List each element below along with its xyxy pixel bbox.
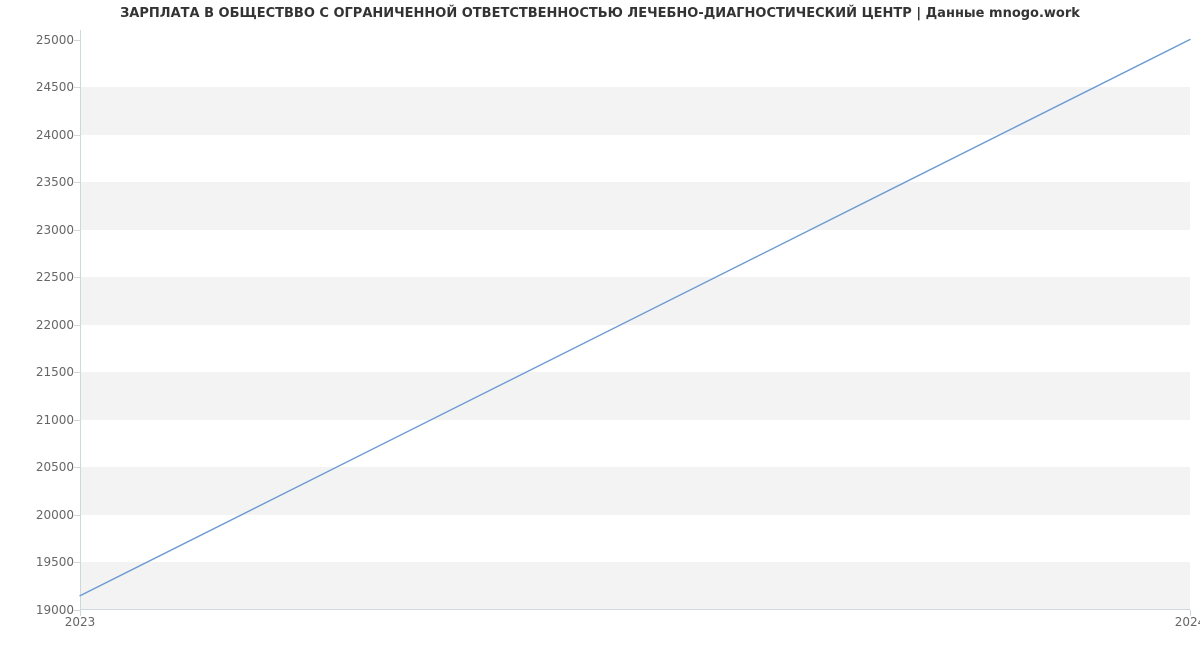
y-tick-label: 20000 bbox=[14, 508, 74, 522]
chart-title: ЗАРПЛАТА В ОБЩЕСТВВО С ОГРАНИЧЕННОЙ ОТВЕ… bbox=[0, 6, 1200, 21]
y-tick bbox=[74, 467, 80, 468]
y-tick bbox=[74, 277, 80, 278]
y-tick-label: 19500 bbox=[14, 555, 74, 569]
y-tick bbox=[74, 562, 80, 563]
y-tick-label: 24000 bbox=[14, 128, 74, 142]
y-tick-label: 21000 bbox=[14, 413, 74, 427]
y-tick bbox=[74, 515, 80, 516]
y-tick-label: 22500 bbox=[14, 270, 74, 284]
plot-area bbox=[80, 30, 1190, 610]
y-tick bbox=[74, 230, 80, 231]
line-series bbox=[80, 30, 1190, 610]
y-tick bbox=[74, 87, 80, 88]
y-tick-label: 23500 bbox=[14, 175, 74, 189]
y-tick bbox=[74, 40, 80, 41]
series-line bbox=[80, 40, 1190, 596]
y-tick bbox=[74, 372, 80, 373]
chart-container: ЗАРПЛАТА В ОБЩЕСТВВО С ОГРАНИЧЕННОЙ ОТВЕ… bbox=[0, 0, 1200, 650]
y-tick-label: 22000 bbox=[14, 318, 74, 332]
x-tick-label: 2023 bbox=[65, 615, 96, 629]
y-tick-label: 20500 bbox=[14, 460, 74, 474]
y-tick-label: 24500 bbox=[14, 80, 74, 94]
y-tick bbox=[74, 325, 80, 326]
y-tick-label: 21500 bbox=[14, 365, 74, 379]
y-tick bbox=[74, 182, 80, 183]
x-tick-label: 2024 bbox=[1175, 615, 1200, 629]
y-tick-label: 23000 bbox=[14, 223, 74, 237]
y-tick-label: 25000 bbox=[14, 33, 74, 47]
y-tick bbox=[74, 135, 80, 136]
y-tick bbox=[74, 420, 80, 421]
